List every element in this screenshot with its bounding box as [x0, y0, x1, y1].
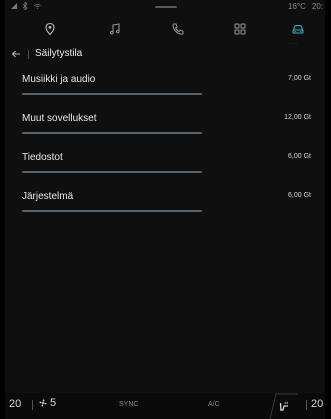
storage-usage-fill [22, 93, 202, 95]
status-icons [11, 2, 41, 10]
storage-item-files[interactable]: Tiedostot 6,00 Gt [5, 142, 325, 181]
clock: 20: [311, 2, 323, 11]
seat-heating-button[interactable] [258, 393, 298, 419]
storage-item-label: Järjestelmä [22, 191, 74, 202]
top-nav: ··· [5, 14, 325, 47]
storage-usage-bar [22, 93, 202, 95]
storage-item-size: 6,00 Gt [288, 192, 311, 199]
signal-icon [11, 3, 17, 9]
ac-button[interactable]: A/C [208, 401, 220, 408]
storage-item-size: 7,00 Gt [288, 75, 311, 82]
storage-list: Musiikki ja audio 7,00 Gt Muut sovelluks… [5, 64, 325, 220]
storage-item-label: Musiikki ja audio [22, 74, 96, 85]
page-header: Säilytystila [5, 44, 325, 64]
drag-handle[interactable] [155, 6, 177, 8]
nav-navigation[interactable] [37, 16, 63, 42]
status-right: 16°C 20: [288, 2, 323, 11]
storage-usage-fill [22, 171, 202, 173]
back-arrow-icon [11, 50, 20, 58]
storage-usage-bar [22, 132, 202, 134]
nav-phone[interactable] [165, 16, 191, 42]
storage-item-other-apps[interactable]: Muut sovellukset 12,00 Gt [5, 103, 325, 142]
nav-media[interactable] [102, 16, 128, 42]
climate-divider [306, 400, 307, 410]
fan-icon [39, 399, 47, 407]
storage-item-label: Muut sovellukset [22, 113, 97, 124]
fan-speed-control[interactable]: 5 [38, 397, 56, 409]
page-title: Säilytystila [35, 48, 83, 59]
storage-usage-bar [22, 210, 202, 212]
screen: 16°C 20: ··· Säilytystila Musiikki ja au… [5, 0, 325, 419]
outside-temperature: 16°C [288, 2, 306, 11]
fan-level: 5 [50, 397, 57, 409]
back-button[interactable] [7, 45, 25, 63]
right-temperature[interactable]: 20 [311, 398, 323, 410]
storage-item-size: 6,00 Gt [288, 153, 311, 160]
header-divider [28, 50, 29, 59]
location-pin-icon [45, 22, 55, 36]
wifi-icon [34, 3, 41, 9]
storage-item-label: Tiedostot [22, 152, 63, 163]
storage-item-system[interactable]: Järjestelmä 6,00 Gt [5, 181, 325, 220]
status-bar: 16°C 20: [5, 0, 325, 14]
nav-apps[interactable] [227, 16, 253, 42]
storage-item-music[interactable]: Musiikki ja audio 7,00 Gt [5, 64, 325, 103]
sync-button[interactable]: SYNC [119, 401, 138, 408]
storage-usage-fill [22, 132, 202, 134]
left-temperature[interactable]: 20 [9, 398, 21, 410]
bluetooth-icon [23, 2, 28, 10]
phone-icon [172, 23, 184, 35]
storage-usage-fill [22, 210, 202, 212]
music-note-icon [110, 23, 120, 35]
climate-bar: 20 5 SYNC A/C 20 [5, 393, 325, 419]
nav-vehicle[interactable] [285, 16, 311, 42]
seat-heat-icon [279, 401, 288, 411]
apps-grid-icon [234, 23, 246, 35]
storage-usage-bar [22, 171, 202, 173]
climate-divider [32, 400, 33, 410]
storage-item-size: 12,00 Gt [284, 114, 311, 121]
car-icon [292, 25, 304, 34]
